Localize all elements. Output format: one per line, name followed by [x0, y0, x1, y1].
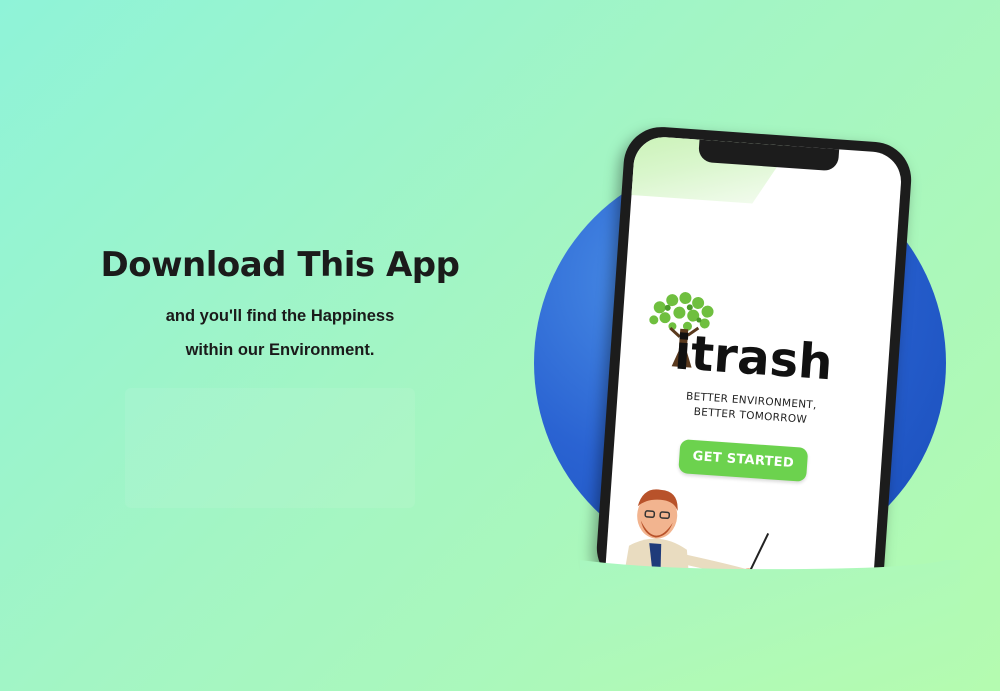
background-ghost-panel: [125, 388, 415, 508]
app-tagline: BETTER ENVIRONMENT, BETTER TOMORROW: [616, 385, 885, 434]
page: { "hero": { "headline": "Download This A…: [0, 0, 1000, 691]
phone-mockup: itrash BETTER ENVIRONMENT, BETTER TOMORR…: [594, 124, 914, 604]
app-logo: itrash: [633, 286, 869, 392]
page-title: Download This App: [100, 245, 460, 285]
subtitle-line-2: within our Environment.: [185, 341, 375, 359]
phone-screen: itrash BETTER ENVIRONMENT, BETTER TOMORR…: [604, 135, 904, 603]
get-started-button[interactable]: GET STARTED: [678, 439, 809, 482]
circle-bottom-clip: [580, 560, 960, 691]
hero-section: Download This App and you'll find the Ha…: [60, 245, 500, 367]
logo-wordmark: itrash: [672, 324, 835, 392]
subtitle-line-1: and you'll find the Happiness: [165, 307, 395, 325]
